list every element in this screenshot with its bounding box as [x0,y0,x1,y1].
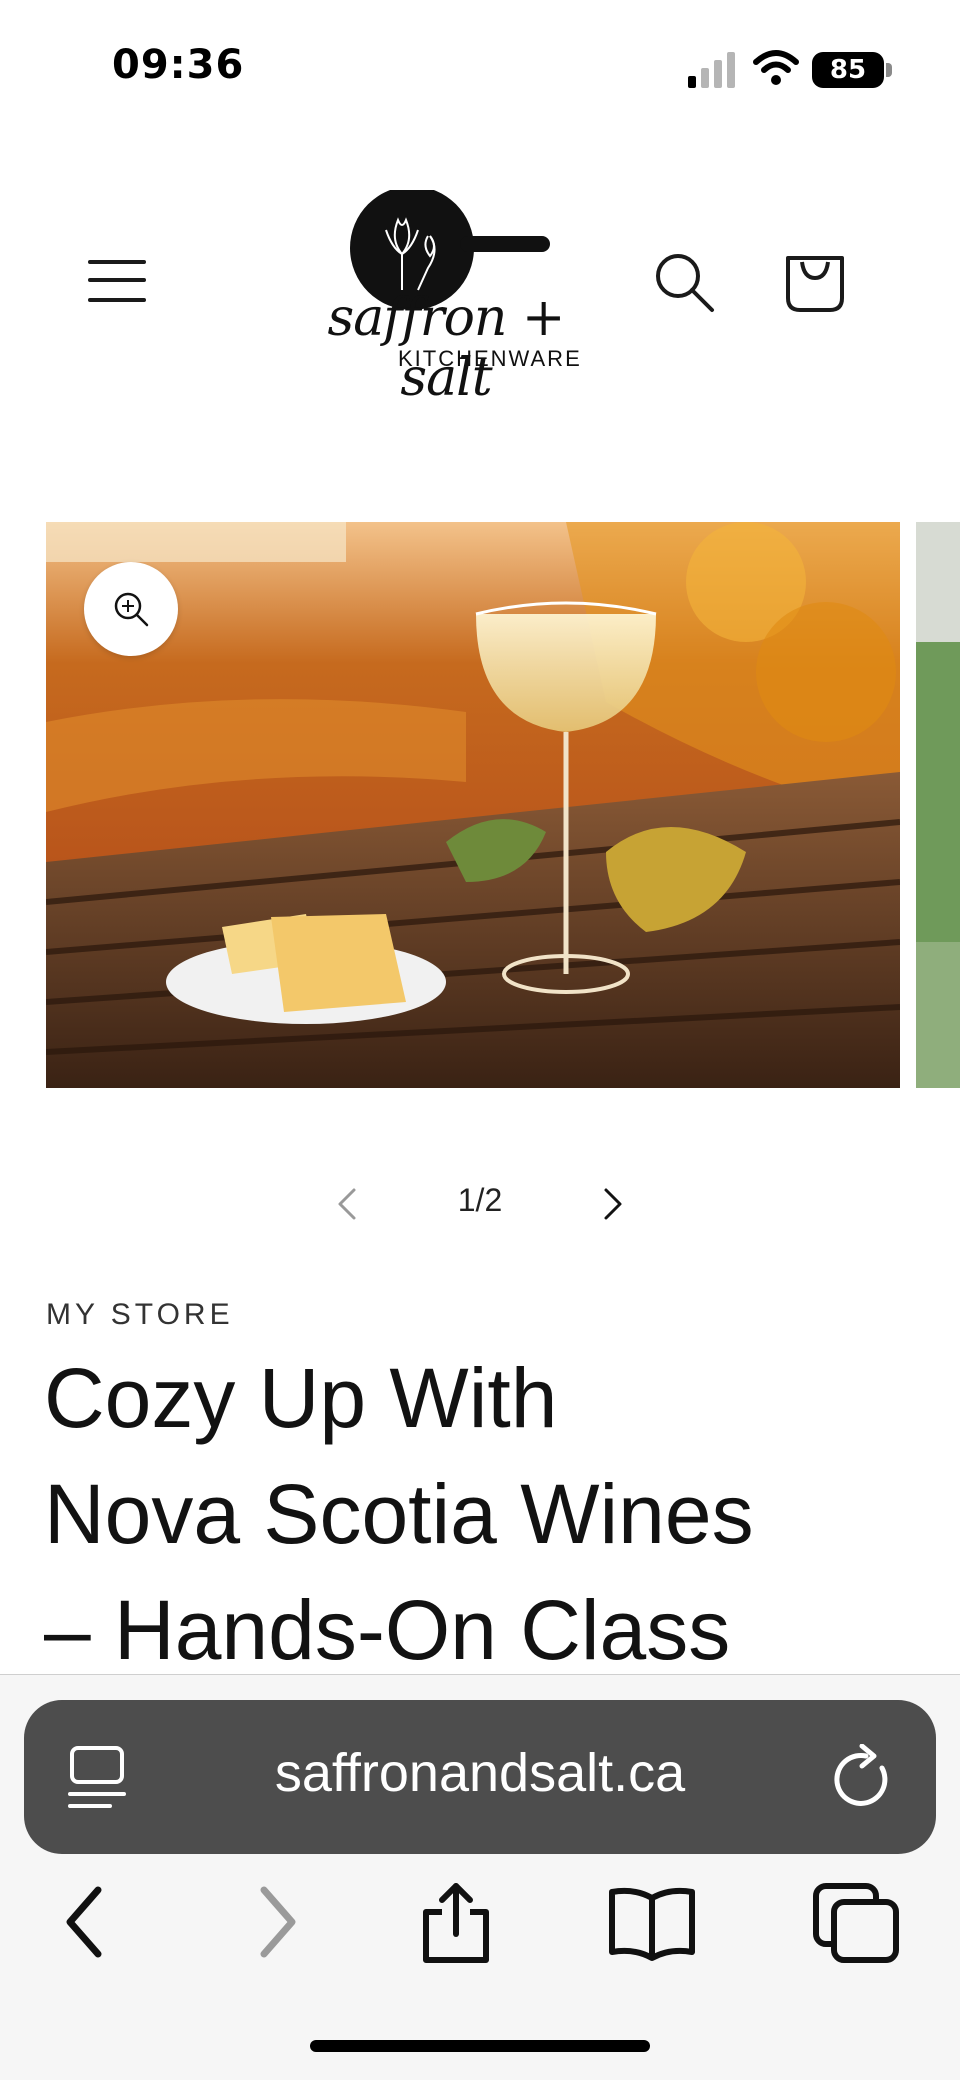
home-indicator [310,2040,650,2052]
zoom-button[interactable] [84,562,178,656]
slide-counter: 1/2 [457,1182,503,1218]
share-icon[interactable] [416,1882,496,1964]
chevron-right-icon[interactable] [598,1182,628,1226]
next-product-image-preview[interactable] [916,522,960,1088]
status-time: 09:36 [112,42,245,88]
wifi-icon [753,50,799,85]
vendor-label: MY STORE [46,1298,234,1331]
product-title: Cozy Up With Nova Scotia Wines – Hands-O… [44,1340,924,1688]
battery-icon: 85 [812,52,894,88]
cart-icon[interactable] [782,244,848,316]
battery-level: 85 [812,52,884,88]
bookmarks-icon[interactable] [606,1882,698,1964]
chevron-left-icon[interactable] [332,1182,362,1226]
back-icon[interactable] [58,1882,110,1964]
product-title-line: Cozy Up With [44,1351,558,1445]
tabs-icon[interactable] [812,1882,902,1964]
zoom-icon [114,592,149,627]
reader-icon[interactable] [66,1742,130,1812]
product-title-line: – Hands-On Class [44,1583,731,1677]
url-text[interactable]: saffronandsalt.ca [150,1742,810,1804]
signal-icon [688,52,735,88]
search-icon[interactable] [652,250,716,314]
forward-icon[interactable] [252,1882,304,1964]
logo-subtitle: KITCHENWARE [398,346,582,371]
product-title-line: Nova Scotia Wines [44,1467,754,1561]
menu-button[interactable] [88,254,150,306]
reload-icon[interactable] [832,1744,894,1810]
